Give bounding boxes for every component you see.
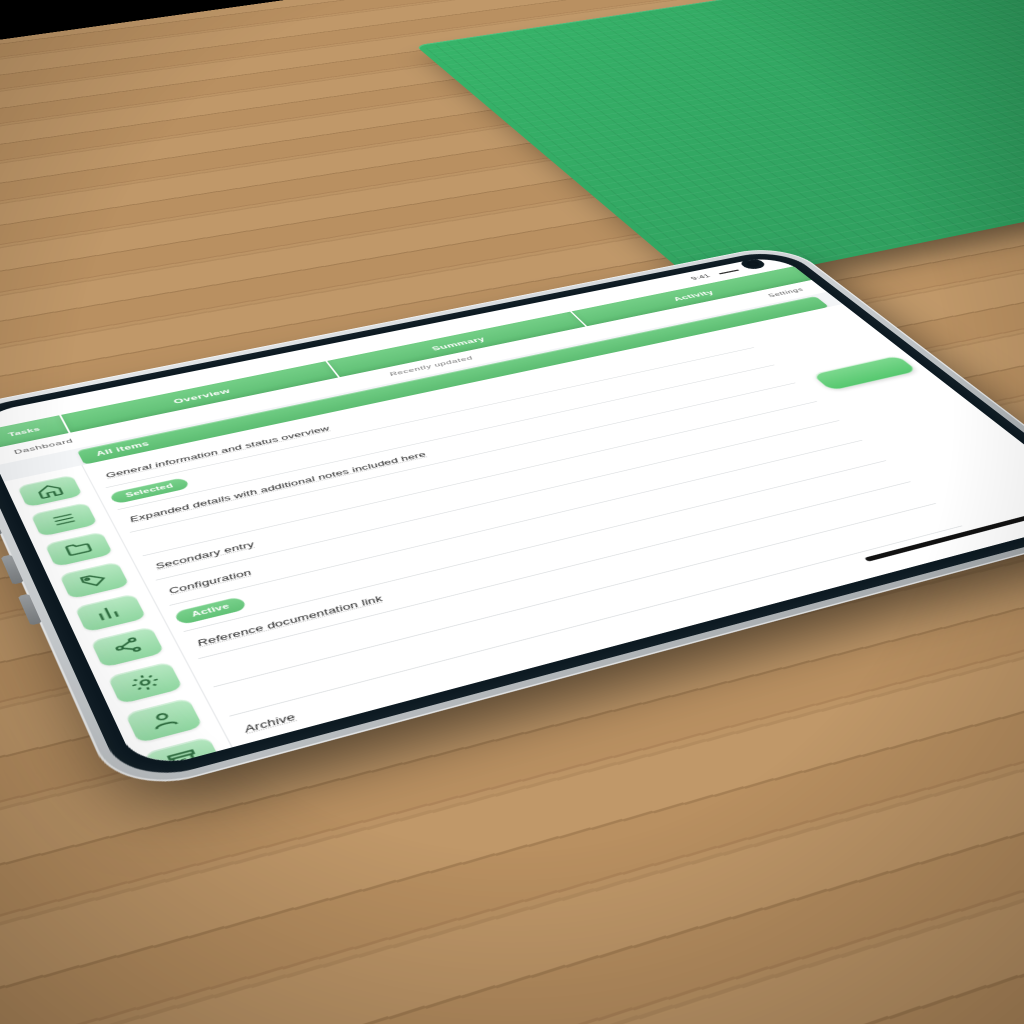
tag-icon[interactable]	[59, 562, 129, 599]
chart-icon[interactable]	[74, 593, 146, 632]
folder-icon[interactable]	[45, 531, 114, 567]
user-icon[interactable]	[125, 698, 203, 743]
row-text: Reference documentation link	[195, 594, 385, 648]
primary-button[interactable]	[811, 355, 918, 391]
row-text: Secondary entry	[153, 540, 256, 570]
row-pill[interactable]: Active	[173, 596, 248, 625]
row-text: Expanded details with additional notes i…	[128, 451, 428, 524]
share-icon[interactable]	[90, 626, 164, 667]
home-icon[interactable]	[17, 475, 83, 508]
